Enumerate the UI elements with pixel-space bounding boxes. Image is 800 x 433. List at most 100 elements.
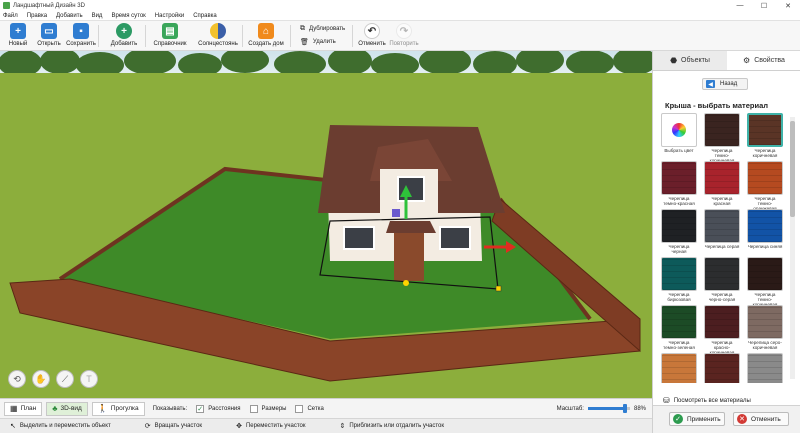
material-label: Черепица красная (711, 196, 733, 206)
new-file-icon: + (10, 23, 26, 39)
3d-viewport[interactable]: ⟲ ✋ ⟋ T (0, 51, 652, 398)
redo-icon: ↷ (396, 23, 412, 39)
material-swatch[interactable] (704, 353, 740, 383)
menu-bar: Файл Правка Добавить Вид Время суток Нас… (0, 11, 800, 21)
cancel-button[interactable]: ✕ Отменить (733, 412, 789, 426)
add-button[interactable]: + Добавить (102, 23, 146, 47)
rotate-icon: ⟳ (144, 423, 151, 430)
minimize-button[interactable]: — (728, 0, 752, 11)
ruler-icon[interactable]: ⟋ (56, 370, 74, 388)
material-swatch[interactable]: Черепица красная (704, 161, 740, 206)
text-icon[interactable]: T (80, 370, 98, 388)
material-grid: Выбрать цветЧерепица темно-коричневаяЧер… (661, 113, 789, 383)
distance-checkbox[interactable]: ✓ Расстояния (196, 404, 241, 413)
zoom-slider[interactable] (587, 404, 630, 413)
checkbox-checked: ✓ (196, 404, 205, 413)
orbit-icon[interactable]: ⟲ (8, 370, 26, 388)
scrollbar-thumb[interactable] (790, 121, 795, 217)
material-label: Черепица темно-зеленая (663, 340, 695, 350)
material-swatch[interactable]: Черепица серая (704, 209, 740, 249)
material-label: Черепица серая (704, 244, 740, 249)
checkbox-unchecked (295, 404, 304, 413)
material-swatch[interactable]: Черепица темно-коричневая (704, 113, 740, 163)
menu-time-of-day[interactable]: Время суток (111, 13, 145, 19)
material-swatch[interactable] (747, 353, 783, 383)
guide-button[interactable]: ▤ Справочник (148, 23, 192, 47)
material-preview (747, 257, 783, 291)
scrollbar[interactable] (790, 117, 795, 379)
material-label: Черепица серо-коричневая (748, 340, 782, 350)
sun-button[interactable]: Солнцестоянь (196, 23, 240, 47)
material-label: Выбрать цвет (664, 148, 694, 153)
material-swatch[interactable]: Черепица темно-зеленая (661, 305, 697, 350)
material-swatch[interactable] (661, 353, 697, 383)
menu-add[interactable]: Добавить (56, 13, 83, 19)
properties-panel: ⬣ Объекты ⚙ Свойства ◀ Назад Крыша - выб… (652, 51, 800, 433)
3d-view-button[interactable]: ♣ 3D-вид (46, 401, 88, 416)
move-icon: ✥ (236, 423, 242, 430)
build-house-button[interactable]: ⌂ Создать дом (244, 23, 288, 47)
material-label: Черепица бирюзовая (667, 292, 691, 302)
menu-edit[interactable]: Правка (27, 13, 47, 19)
material-preview (704, 257, 740, 291)
walk-view-button[interactable]: 🚶 Прогулка (91, 401, 145, 416)
duplicate-button[interactable]: ⧉ Дублировать (300, 25, 345, 33)
show-all-materials[interactable]: ⛁ Посмотреть все материалы (663, 396, 751, 405)
window-controls: — ☐ ✕ (728, 0, 800, 11)
zoom-knob[interactable] (622, 404, 627, 413)
material-preview (704, 353, 740, 383)
material-swatch[interactable]: Черепица синяя (747, 209, 783, 249)
scene (0, 51, 652, 398)
cursor-icon: ↖ (10, 423, 16, 430)
menu-view[interactable]: Вид (92, 13, 103, 19)
material-label: Черепица темно-красная (663, 196, 695, 206)
house (318, 125, 505, 281)
material-preview (661, 353, 697, 383)
arrow-left-icon: ◀ (706, 80, 715, 88)
redo-button[interactable]: ↷ Повторить (382, 23, 426, 47)
grid-checkbox[interactable]: Сетка (295, 404, 324, 413)
material-swatch[interactable]: Черепица красно-коричневая (704, 305, 740, 355)
book-icon: ▤ (162, 23, 178, 39)
material-swatch[interactable]: Черепица черная (661, 209, 697, 254)
title-bar: Ландшафтный Дизайн 3D — ☐ ✕ (0, 0, 800, 11)
resize-handle[interactable] (495, 285, 502, 292)
material-preview (661, 161, 697, 195)
material-swatch[interactable]: Выбрать цвет (661, 113, 697, 153)
tab-objects[interactable]: ⬣ Объекты (653, 51, 727, 70)
material-label: Черепица черная (668, 244, 690, 254)
material-swatch[interactable]: Черепица серо-коричневая (747, 305, 783, 350)
plan-view-button[interactable]: ▦ План (4, 401, 43, 416)
material-label: Черепица черно-серая (708, 292, 736, 302)
maximize-button[interactable]: ☐ (752, 0, 776, 11)
save-button[interactable]: ▪ Сохранить (59, 23, 103, 47)
panel-tabs: ⬣ Объекты ⚙ Свойства (653, 51, 800, 71)
delete-button[interactable]: 🗑 Удалить (300, 38, 336, 46)
sizes-checkbox[interactable]: Размеры (249, 404, 286, 413)
menu-file[interactable]: Файл (3, 13, 18, 19)
material-swatch[interactable]: Черепица бирюзовая (661, 257, 697, 302)
gizmo-z-handle[interactable] (392, 209, 400, 217)
menu-help[interactable]: Справка (193, 13, 217, 19)
rotate-handle[interactable] (403, 280, 409, 286)
material-swatch[interactable]: Черепица темно-коричневая (747, 257, 783, 307)
tab-properties[interactable]: ⚙ Свойства (727, 51, 800, 70)
material-swatch[interactable]: Черепица темно-красная (661, 161, 697, 206)
apply-button[interactable]: ✓ Применить (669, 412, 725, 426)
tree-icon: ♣ (52, 404, 58, 413)
material-preview (704, 305, 740, 339)
material-swatch[interactable]: Черепица темно-оранжевая (747, 161, 783, 211)
separator (98, 25, 99, 47)
house-icon: ⌂ (258, 23, 274, 39)
status-move: ✥ Переместить участок (236, 423, 306, 430)
material-swatch[interactable]: Черепица коричневая (747, 113, 783, 158)
hand-icon[interactable]: ✋ (32, 370, 50, 388)
material-swatch[interactable]: Черепица черно-серая (704, 257, 740, 302)
material-preview (704, 209, 740, 243)
viewport-tools: ⟲ ✋ ⟋ T (8, 370, 98, 388)
zoom-control: Масштаб: 88% (557, 404, 646, 413)
menu-settings[interactable]: Настройки (155, 13, 184, 19)
close-button[interactable]: ✕ (776, 0, 800, 11)
material-preview (704, 113, 740, 147)
back-button[interactable]: ◀ Назад (702, 78, 748, 90)
